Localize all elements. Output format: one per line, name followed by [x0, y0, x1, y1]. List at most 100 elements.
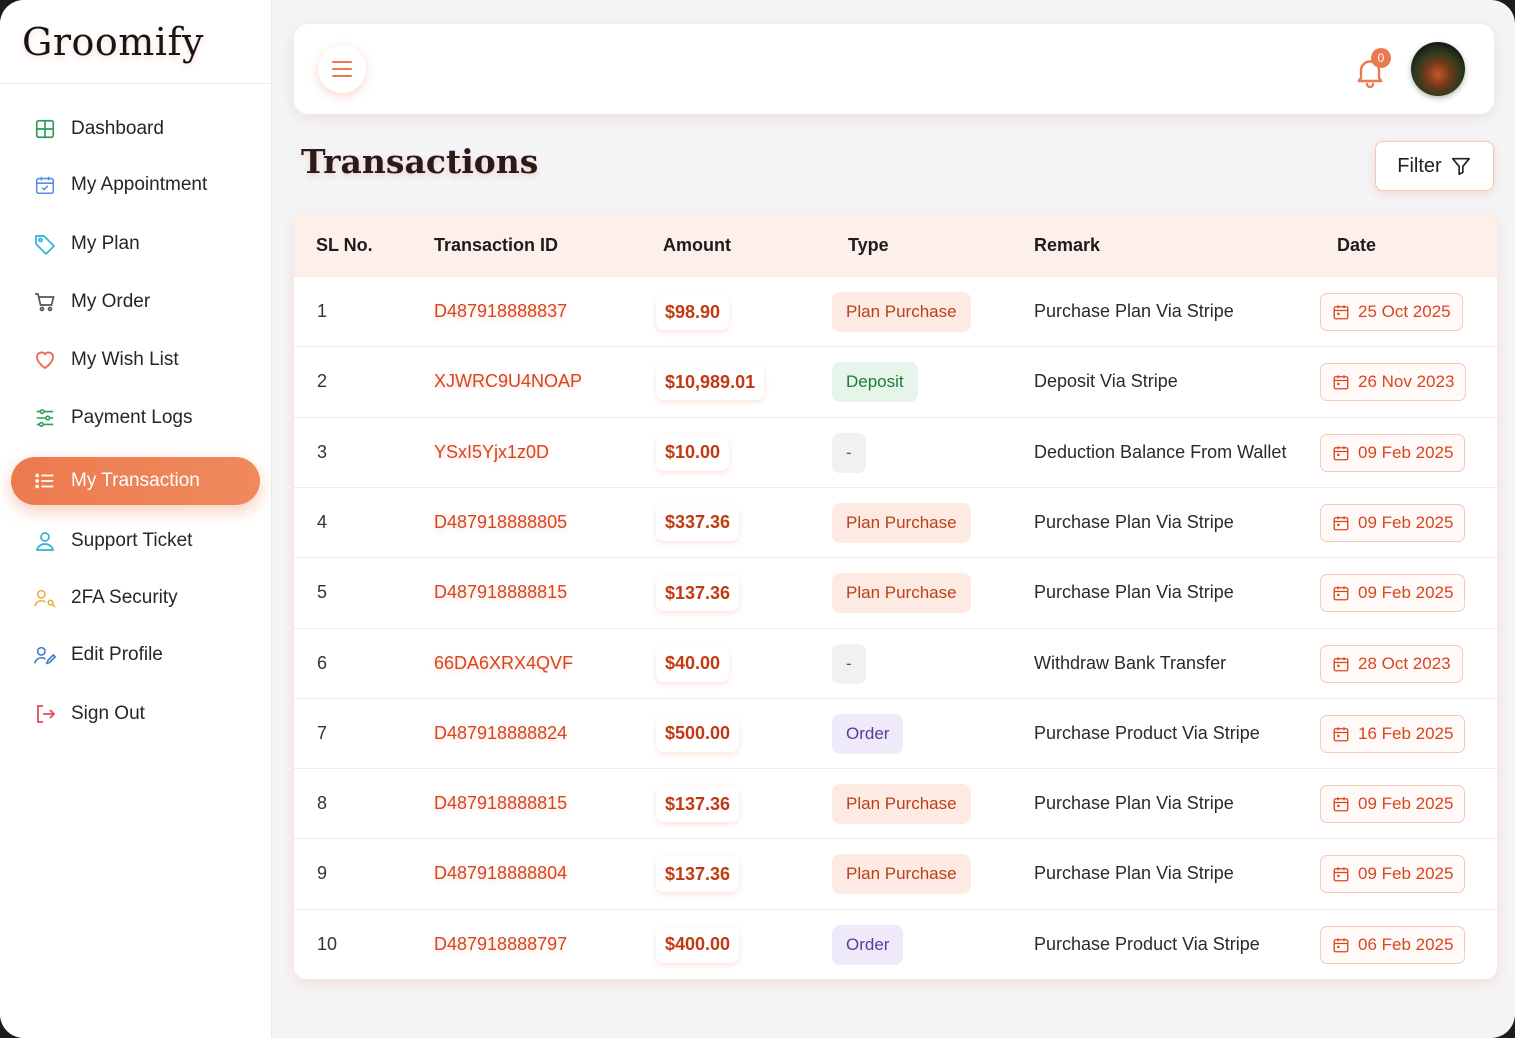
sl-number: 6	[317, 652, 328, 673]
table-row[interactable]: 3 YSxI5Yjx1z0D $10.00 - Deduction Balance Fr…	[294, 416, 1497, 487]
sidebar-item-2fa-security[interactable]: 2FA Security	[11, 574, 260, 622]
header-sl-no: SL No.	[316, 235, 373, 255]
calendar-icon	[1332, 865, 1350, 883]
filter-label: Filter	[1397, 154, 1442, 177]
sl-number: 9	[317, 863, 328, 884]
tag-icon	[33, 232, 57, 256]
transaction-id[interactable]: XJWRC9U4NOAP	[434, 371, 582, 392]
date-badge: 28 Oct 2023	[1320, 644, 1463, 683]
sidebar-item-label: My Order	[71, 291, 151, 312]
remark-text: Purchase Plan Via Stripe	[1034, 582, 1234, 603]
cart-icon	[33, 290, 57, 314]
calendar-icon	[1332, 444, 1350, 462]
sidebar-item-my-plan[interactable]: My Plan	[11, 220, 260, 268]
transaction-id[interactable]: D487918888815	[434, 582, 567, 603]
sidebar-item-my-order[interactable]: My Order	[11, 278, 260, 326]
transaction-id[interactable]: 66DA6XRX4QVF	[434, 653, 573, 674]
filter-icon	[1451, 157, 1470, 176]
calendar-icon	[1332, 725, 1350, 743]
date-badge: 09 Feb 2025	[1320, 574, 1466, 613]
type-badge: -	[832, 432, 866, 473]
type-badge: Plan Purchase	[832, 502, 971, 543]
remark-text: Purchase Plan Via Stripe	[1034, 301, 1234, 321]
date-text: 26 Nov 2023	[1358, 372, 1455, 392]
sidebar-item-sign-out[interactable]: Sign Out	[11, 690, 260, 738]
table-row[interactable]: 2 XJWRC9U4NOAP $10,989.01 Deposit Deposit Vi…	[294, 346, 1497, 416]
calendar-check-icon	[33, 173, 57, 197]
table-row[interactable]: 1 D487918888837 $98.90 Plan Purchase Purchas…	[294, 276, 1497, 346]
type-badge: Deposit	[832, 362, 918, 403]
date-badge: 25 Oct 2025	[1320, 293, 1463, 331]
sidebar-item-label: 2FA Security	[71, 587, 178, 608]
table-row[interactable]: 6 66DA6XRX4QVF $40.00 - Withdraw Bank Transf…	[294, 627, 1497, 698]
transaction-id[interactable]: D487918888815	[434, 793, 567, 814]
date-text: 06 Feb 2025	[1358, 934, 1454, 954]
filter-button[interactable]: Filter	[1375, 141, 1494, 191]
sidebar-item-edit-profile[interactable]: Edit Profile	[11, 631, 260, 679]
table-row[interactable]: 4 D487918888805 $337.36 Plan Purchase Purcha…	[294, 486, 1497, 557]
transaction-id[interactable]: YSxI5Yjx1z0D	[434, 442, 549, 463]
type-badge: -	[832, 643, 866, 684]
table-row[interactable]: 10 D487918888797 $400.00 Order Purchase Prod…	[294, 908, 1497, 979]
user-circle-icon	[33, 529, 57, 553]
date-text: 09 Feb 2025	[1358, 512, 1454, 532]
date-text: 09 Feb 2025	[1358, 442, 1454, 462]
user-avatar[interactable]	[1411, 42, 1465, 96]
menu-toggle-button[interactable]	[318, 45, 366, 93]
table-row[interactable]: 8 D487918888815 $137.36 Plan Purchase Purcha…	[294, 768, 1497, 838]
sidebar-item-my-appointment[interactable]: My Appointment	[11, 161, 260, 209]
amount-badge: $500.00	[656, 715, 740, 752]
sl-number: 2	[317, 371, 328, 392]
sign-out-icon	[33, 702, 57, 726]
sidebar-item-my-wish-list[interactable]: My Wish List	[11, 336, 260, 384]
transaction-id[interactable]: D487918888837	[434, 301, 567, 322]
heart-icon	[33, 348, 57, 372]
transaction-id[interactable]: D487918888797	[434, 934, 567, 955]
sidebar-item-payment-logs[interactable]: Payment Logs	[11, 394, 260, 442]
date-text: 09 Feb 2025	[1358, 794, 1454, 814]
table-row[interactable]: 5 D487918888815 $137.36 Plan Purchase Purcha…	[294, 557, 1497, 627]
date-badge: 26 Nov 2023	[1320, 363, 1467, 402]
amount-badge: $10,989.01	[656, 364, 765, 401]
type-badge: Order	[832, 924, 904, 965]
date-text: 09 Feb 2025	[1358, 864, 1454, 884]
remark-text: Deposit Via Stripe	[1034, 371, 1178, 392]
sidebar-item-label: Payment Logs	[71, 407, 193, 428]
type-badge: Plan Purchase	[832, 784, 971, 825]
calendar-icon	[1332, 655, 1350, 673]
sidebar-item-label: My Transaction	[71, 470, 200, 491]
sidebar-item-my-transaction[interactable]: My Transaction	[11, 457, 260, 505]
remark-text: Purchase Plan Via Stripe	[1034, 511, 1234, 532]
remark-text: Withdraw Bank Transfer	[1034, 652, 1227, 673]
type-badge: Plan Purchase	[832, 573, 971, 614]
table-row[interactable]: 7 D487918888824 $500.00 Order Purchase Produ…	[294, 697, 1497, 768]
header-remark: Remark	[1034, 235, 1101, 255]
hamburger-icon	[332, 61, 352, 77]
remark-text: Deduction Balance From Wallet	[1034, 441, 1287, 462]
date-text: 09 Feb 2025	[1358, 583, 1454, 603]
sidebar-item-label: My Plan	[71, 233, 140, 254]
table-row[interactable]: 9 D487918888804 $137.36 Plan Purchase Purcha…	[294, 838, 1497, 908]
sidebar-item-support-ticket[interactable]: Support Ticket	[11, 517, 260, 565]
sl-number: 10	[317, 933, 338, 954]
amount-badge: $10.00	[656, 434, 730, 471]
sl-number: 7	[317, 722, 328, 743]
amount-badge: $137.36	[656, 856, 740, 893]
sidebar-item-label: Edit Profile	[71, 644, 163, 665]
calendar-icon	[1332, 795, 1350, 813]
amount-badge: $400.00	[656, 926, 740, 963]
sidebar: Groomify Dashboard My Appointment My Plan M…	[0, 0, 272, 1038]
user-key-icon	[33, 586, 57, 610]
transaction-id[interactable]: D487918888824	[434, 723, 567, 744]
sl-number: 4	[317, 511, 328, 532]
transaction-id[interactable]: D487918888804	[434, 863, 567, 884]
logo[interactable]: Groomify	[22, 20, 204, 64]
transaction-id[interactable]: D487918888805	[434, 512, 567, 533]
date-badge: 06 Feb 2025	[1320, 925, 1466, 964]
sidebar-item-dashboard[interactable]: Dashboard	[11, 105, 260, 153]
amount-badge: $40.00	[656, 645, 730, 682]
logo-area: Groomify	[0, 0, 271, 84]
sidebar-item-label: Sign Out	[71, 703, 145, 724]
date-text: 16 Feb 2025	[1358, 723, 1454, 743]
remark-text: Purchase Product Via Stripe	[1034, 933, 1260, 954]
